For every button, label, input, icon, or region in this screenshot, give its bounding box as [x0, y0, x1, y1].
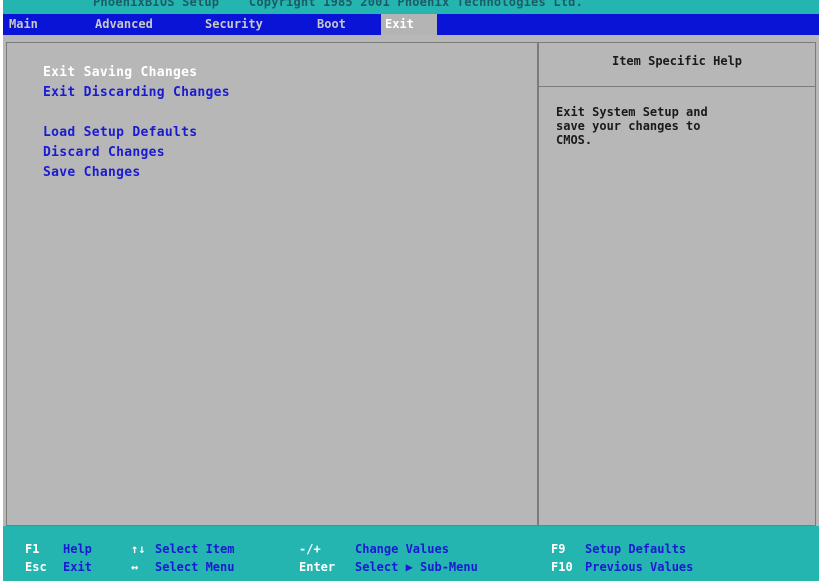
help-key: F1: [25, 542, 40, 556]
enter-desc: Select ▶ Sub-Menu: [355, 560, 478, 574]
option-exit-saving-changes[interactable]: Exit Saving Changes: [43, 65, 197, 80]
tab-main[interactable]: Main: [5, 14, 42, 35]
help-title-divider: [539, 86, 815, 87]
enter-key: Enter: [299, 560, 336, 574]
tab-advanced[interactable]: Advanced: [91, 14, 157, 35]
panel-divider: [537, 42, 539, 526]
exit-key: Esc: [25, 560, 47, 574]
title-bar: PhoenixBIOS Setup Copyright 1985 2001 Ph…: [3, 0, 819, 14]
select-menu-key: ↔: [131, 560, 139, 574]
help-title: Item Specific Help: [611, 54, 743, 68]
option-load-setup-defaults[interactable]: Load Setup Defaults: [43, 125, 197, 140]
tab-security[interactable]: Security: [201, 14, 267, 35]
tab-boot[interactable]: Boot: [313, 14, 350, 35]
setup-defaults-key: F9: [551, 542, 566, 556]
exit-desc: Exit: [63, 560, 92, 574]
bios-screen: PhoenixBIOS Setup Copyright 1985 2001 Ph…: [3, 0, 819, 581]
previous-values-key: F10: [551, 560, 573, 574]
tab-exit[interactable]: Exit: [381, 14, 437, 35]
select-item-key: ↑↓: [131, 542, 146, 556]
help-text: Exit System Setup and save your changes …: [556, 105, 708, 147]
option-save-changes[interactable]: Save Changes: [43, 165, 141, 180]
option-discard-changes[interactable]: Discard Changes: [43, 145, 165, 160]
option-exit-discarding-changes[interactable]: Exit Discarding Changes: [43, 85, 230, 100]
select-item-desc: Select Item: [155, 542, 235, 556]
menu-bar: Main Advanced Security Boot Exit: [3, 14, 819, 35]
help-desc: Help: [63, 542, 92, 556]
previous-values-desc: Previous Values: [585, 560, 694, 574]
change-values-key: -/+: [299, 542, 321, 556]
title-text: PhoenixBIOS Setup Copyright 1985 2001 Ph…: [93, 0, 584, 9]
change-values-desc: Change Values: [355, 542, 449, 556]
status-bar: F1 Help ↑↓ Select Item -/+ Change Values…: [3, 526, 819, 581]
select-menu-desc: Select Menu: [155, 560, 235, 574]
setup-defaults-desc: Setup Defaults: [585, 542, 687, 556]
